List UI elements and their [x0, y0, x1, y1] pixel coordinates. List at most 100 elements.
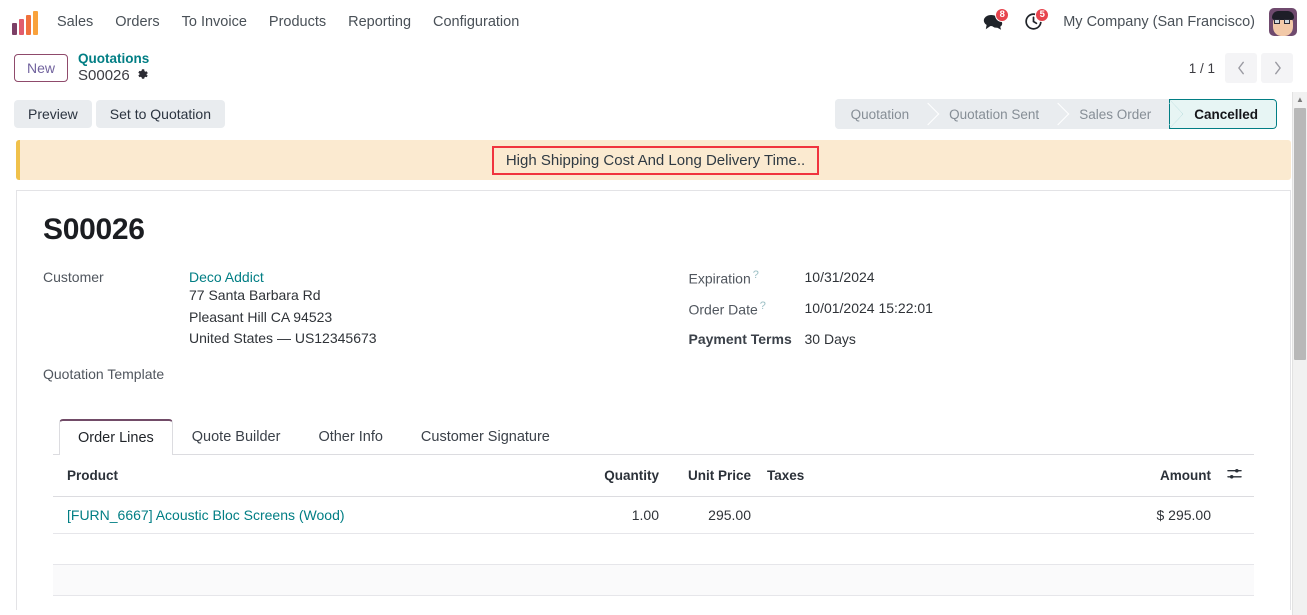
order-date-label-text: Order Date: [688, 301, 758, 318]
order-lines-body: [FURN_6667] Acoustic Bloc Screens (Wood)…: [53, 496, 1254, 610]
pager-next-button[interactable]: [1261, 53, 1293, 83]
column-header-product[interactable]: Product: [53, 455, 557, 498]
clock-activity-icon[interactable]: 5: [1013, 5, 1053, 39]
form-view-container: Preview Set to Quotation Quotation Quota…: [0, 92, 1307, 615]
nav-item-to-invoice[interactable]: To Invoice: [171, 8, 258, 36]
form-sheet-inner: S00026 Customer Deco Addict 77 Santa Bar…: [17, 191, 1290, 610]
customer-address-line-1: 77 Santa Barbara Rd: [189, 287, 321, 303]
pager-count: 1 / 1: [1188, 60, 1215, 76]
navbar-right-group: 8 5 My Company (San Francisco): [973, 5, 1297, 39]
table-row-empty[interactable]: [53, 564, 1254, 597]
breadcrumb-current-label: S00026: [78, 67, 130, 85]
table-row-empty[interactable]: [53, 595, 1254, 610]
table-row[interactable]: [FURN_6667] Acoustic Bloc Screens (Wood)…: [53, 496, 1254, 535]
column-header-quantity[interactable]: Quantity: [557, 455, 667, 498]
order-date-value[interactable]: 10/01/2024 15:22:01: [805, 300, 933, 316]
expiration-label: Expiration?: [689, 269, 805, 287]
avatar-glass-right: [1284, 19, 1290, 24]
customer-address-line-3: United States — US12345673: [189, 330, 377, 347]
order-lines-head: Product Quantity Unit Price Taxes Amount: [53, 455, 1254, 498]
scrollbar-thumb[interactable]: [1294, 108, 1306, 360]
preview-button[interactable]: Preview: [14, 100, 92, 128]
pager: 1 / 1: [1189, 53, 1293, 83]
sales-app-logo-icon[interactable]: [8, 9, 38, 35]
column-header-taxes[interactable]: Taxes: [759, 455, 1089, 498]
vertical-scrollbar[interactable]: ▲ ▼: [1292, 92, 1307, 615]
payment-terms-label: Payment Terms: [688, 331, 792, 347]
column-header-amount[interactable]: Amount: [1089, 455, 1219, 498]
quotation-template-field-row: Quotation Template: [43, 366, 654, 388]
cell-product[interactable]: [FURN_6667] Acoustic Bloc Screens (Wood): [53, 496, 557, 535]
nav-item-configuration[interactable]: Configuration: [422, 8, 530, 36]
cell-quantity[interactable]: 1.00: [557, 496, 667, 535]
customer-value-group: Deco Addict 77 Santa Barbara Rd Pleasant…: [189, 269, 377, 350]
form-fields-group: Customer Deco Addict 77 Santa Barbara Rd…: [43, 269, 1264, 397]
alert-message: High Shipping Cost And Long Delivery Tim…: [491, 145, 820, 175]
set-to-quotation-button[interactable]: Set to Quotation: [95, 100, 225, 128]
order-lines-table: Product Quantity Unit Price Taxes Amount: [53, 455, 1254, 610]
stage-sales-order[interactable]: Sales Order: [1057, 99, 1170, 129]
chat-bubble-icon[interactable]: 8: [973, 5, 1013, 39]
empty-cell: [53, 533, 1254, 566]
scroll-up-arrow-icon[interactable]: ▲: [1293, 92, 1307, 106]
customer-address-line-2: Pleasant Hill CA 94523: [189, 308, 333, 325]
cell-amount: $ 295.00: [1089, 496, 1219, 535]
company-switcher[interactable]: My Company (San Francisco): [1053, 8, 1265, 36]
tab-order-lines[interactable]: Order Lines: [59, 419, 173, 456]
expiration-tooltip-icon[interactable]: ?: [753, 269, 759, 281]
breadcrumb-parent-quotations[interactable]: Quotations: [78, 51, 149, 67]
table-row-empty[interactable]: [53, 533, 1254, 566]
order-date-label: Order Date?: [689, 300, 805, 318]
order-lines-header-row: Product Quantity Unit Price Taxes Amount: [53, 455, 1254, 498]
empty-cell: [53, 595, 1254, 610]
activities-count-badge: 5: [1035, 7, 1050, 22]
breadcrumb: Quotations S00026: [78, 51, 149, 85]
order-date-field-row: Order Date? 10/01/2024 15:22:01: [689, 300, 1265, 322]
gear-icon[interactable]: [136, 68, 149, 84]
order-date-tooltip-icon[interactable]: ?: [760, 300, 766, 312]
expiration-field-row: Expiration? 10/31/2024: [689, 269, 1265, 291]
column-options-sliders-icon[interactable]: [1219, 455, 1254, 498]
form-left-column: Customer Deco Addict 77 Santa Barbara Rd…: [43, 269, 654, 397]
user-avatar-icon[interactable]: [1269, 7, 1297, 36]
nav-item-reporting[interactable]: Reporting: [337, 8, 422, 36]
pager-previous-button[interactable]: [1225, 53, 1257, 83]
stage-cancelled[interactable]: Cancelled: [1169, 99, 1277, 129]
cell-row-options: [1219, 496, 1254, 535]
product-link[interactable]: [FURN_6667] Acoustic Bloc Screens (Wood): [67, 507, 345, 523]
breadcrumb-current-record: S00026: [78, 67, 149, 85]
cell-taxes[interactable]: [759, 496, 1089, 535]
page-title: S00026: [43, 213, 145, 246]
messages-count-badge: 8: [995, 7, 1010, 22]
stage-quotation-sent[interactable]: Quotation Sent: [927, 99, 1058, 129]
nav-item-orders[interactable]: Orders: [104, 8, 170, 36]
stage-quotation[interactable]: Quotation: [834, 99, 928, 129]
expiration-value[interactable]: 10/31/2024: [805, 269, 875, 285]
tab-customer-signature[interactable]: Customer Signature: [402, 419, 569, 455]
expiration-label-text: Expiration: [688, 270, 751, 287]
form-right-column: Expiration? 10/31/2024 Order Date? 10/01…: [654, 269, 1265, 397]
customer-name-link[interactable]: Deco Addict: [189, 269, 264, 285]
payment-terms-value[interactable]: 30 Days: [805, 331, 856, 347]
tab-quote-builder[interactable]: Quote Builder: [173, 419, 300, 455]
form-sheet: S00026 Customer Deco Addict 77 Santa Bar…: [16, 190, 1291, 610]
logo-bar-3: [25, 14, 32, 35]
quotation-template-label: Quotation Template: [43, 366, 165, 383]
cell-unit-price[interactable]: 295.00: [667, 496, 759, 535]
new-button[interactable]: New: [14, 53, 69, 83]
warning-alert-banner: High Shipping Cost And Long Delivery Tim…: [16, 140, 1291, 180]
nav-item-sales[interactable]: Sales: [46, 8, 104, 36]
sliders-glyph: [1227, 467, 1242, 481]
avatar-glass-left: [1274, 19, 1280, 24]
top-navbar: Sales Orders To Invoice Products Reporti…: [0, 0, 1307, 44]
logo-bar-2: [18, 18, 25, 35]
control-panel: New Quotations S00026 Delivery 1: [0, 44, 1307, 137]
status-stage-bar: Quotation Quotation Sent Sales Order Can…: [834, 99, 1277, 129]
logo-bar-1: [12, 22, 18, 35]
notebook-tabs: Order Lines Quote Builder Other Info Cus…: [53, 419, 1254, 456]
customer-field-row: Customer Deco Addict 77 Santa Barbara Rd…: [43, 269, 654, 350]
statusbar-action-buttons: Preview Set to Quotation: [14, 100, 225, 128]
nav-item-products[interactable]: Products: [258, 8, 337, 36]
tab-other-info[interactable]: Other Info: [299, 419, 401, 455]
column-header-unit-price[interactable]: Unit Price: [667, 455, 759, 498]
